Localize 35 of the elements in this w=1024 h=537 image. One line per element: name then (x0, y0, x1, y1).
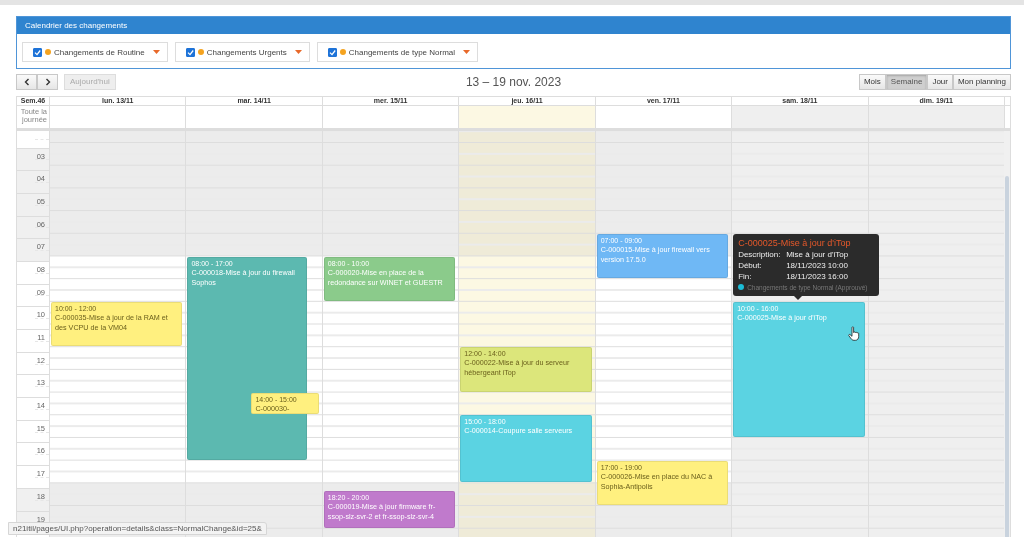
chevron-left-icon (23, 77, 30, 86)
hand-cursor-icon (847, 325, 860, 341)
checkbox[interactable] (33, 47, 42, 57)
filter-label: Changements de Routine (54, 47, 145, 57)
filter-dropdown[interactable]: Changements Urgents (174, 42, 310, 62)
caret-icon (152, 50, 160, 54)
view-tab[interactable]: Semaine (885, 73, 928, 90)
caret-icon (463, 50, 471, 54)
view-tab[interactable]: Jour (927, 73, 953, 90)
tooltip-value: 18/11/2023 10:00 (786, 259, 848, 271)
chevron-right-icon (44, 77, 51, 86)
tooltip-label: Fin: (738, 270, 753, 282)
checkbox[interactable] (327, 47, 337, 57)
panel-header: Calendrier des changements (17, 17, 1010, 34)
filter-dropdown[interactable]: Changements de type Normal (316, 42, 479, 62)
tooltip-title: C-000025-Mise à jour d'iTop (738, 236, 852, 249)
tooltip-value: 18/11/2023 16:00 (786, 270, 848, 282)
date-range-title: 13 – 19 nov. 2023 (464, 74, 563, 89)
filter-dropdown[interactable]: Changements de Routine (22, 42, 168, 62)
check-icon (328, 48, 336, 56)
next-button[interactable] (37, 73, 58, 90)
check-icon (34, 48, 41, 56)
tooltip-label: Début: (738, 259, 763, 271)
tooltip-label: Description: (738, 248, 782, 260)
status-url: n21itil/pages/UI.php?operation=details&class=NormalChange&id=25& (8, 522, 267, 535)
filter-label: Changements Urgents (206, 47, 287, 57)
tooltip-value: Mise à jour d'iTop (786, 248, 849, 260)
filter-label: Changements de type Normal (348, 47, 456, 57)
scrollbar[interactable] (1004, 131, 1010, 537)
view-tab[interactable]: Mon planning (952, 73, 1011, 90)
previous-button[interactable] (16, 73, 37, 90)
caret-icon (294, 50, 302, 54)
view-tab[interactable]: Mois (858, 73, 886, 90)
checkbox[interactable] (185, 47, 195, 57)
check-icon (186, 48, 194, 56)
